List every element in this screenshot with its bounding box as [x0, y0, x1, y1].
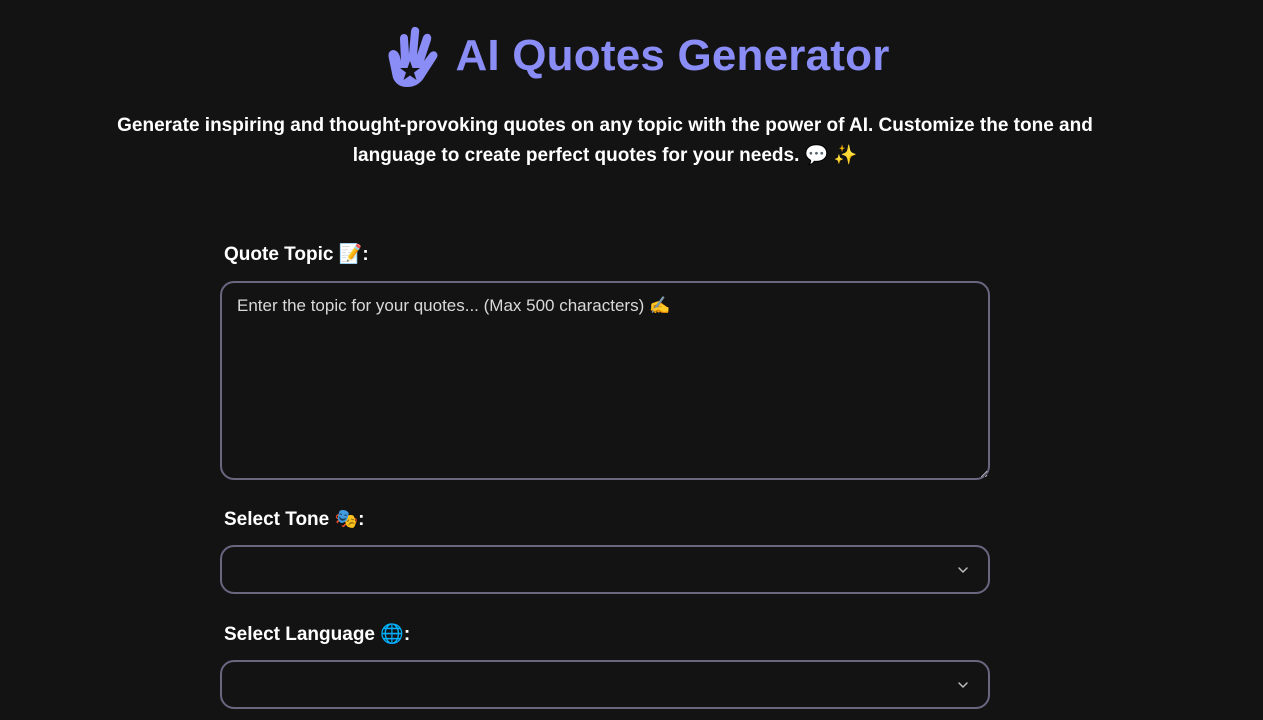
topic-label: Quote Topic 📝: [224, 244, 369, 265]
page-title: AI Quotes Generator [455, 31, 890, 80]
app-header: AI Quotes Generator [0, 14, 1263, 98]
page-description: Generate inspiring and thought-provoking… [117, 115, 1093, 166]
language-field-group: Select Language 🌐: [220, 622, 990, 709]
language-select[interactable] [220, 660, 990, 709]
tone-label: Select Tone 🎭: [224, 509, 365, 530]
language-label: Select Language 🌐: [224, 624, 411, 645]
topic-field-group: Quote Topic 📝: [220, 242, 990, 480]
chevron-down-icon [958, 682, 968, 688]
hand-star-icon [373, 21, 443, 91]
tone-field-group: Select Tone 🎭: [220, 507, 990, 594]
topic-textarea[interactable] [220, 281, 990, 480]
chevron-down-icon [958, 567, 968, 573]
tone-select[interactable] [220, 545, 990, 594]
